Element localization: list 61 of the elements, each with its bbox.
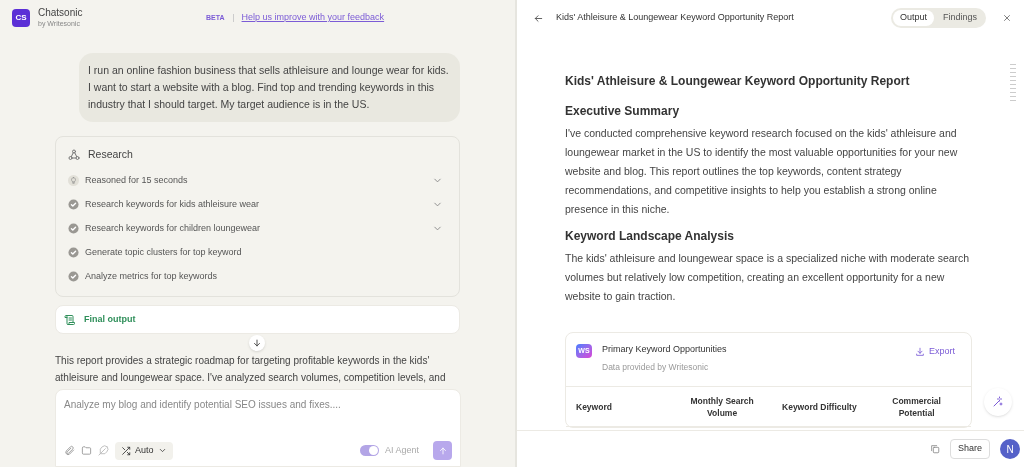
check-circle-icon — [68, 199, 79, 211]
research-step: Research keywords for children loungewear — [85, 222, 426, 236]
network-icon — [68, 148, 80, 161]
column-header: Monthly Search Volume — [689, 394, 755, 419]
copy-button[interactable] — [929, 444, 940, 454]
feather-icon — [98, 445, 109, 456]
back-button[interactable] — [533, 12, 544, 24]
view-tab[interactable]: Findings — [935, 10, 984, 26]
research-step: Reasoned for 15 seconds — [85, 174, 426, 188]
agent-label: AI Agent — [384, 443, 419, 457]
export-button[interactable]: Export — [915, 345, 955, 359]
arrow-down-icon — [252, 338, 262, 348]
check-circle-icon — [68, 271, 79, 283]
response-text: athleisure and loungewear space. I've analyzed search volumes, competition levels, and — [55, 371, 447, 385]
research-step: Analyze metrics for top keywords — [85, 270, 447, 284]
feedback-link[interactable]: Help us improve with your feedback — [241, 11, 385, 25]
research-step: Generate topic clusters for top keyword — [85, 246, 447, 260]
response-text: This report provides a strategic roadmap for targeting profitable keywords in the kids' — [55, 354, 431, 368]
copy-icon — [929, 444, 940, 454]
arrow-up-icon — [437, 445, 448, 456]
final-output-label: Final output — [84, 312, 136, 326]
paperclip-icon — [64, 445, 75, 456]
section-text: I've conducted comprehensive keyword research focused on the kids' athleisure and loungewear market in the US to identify the most valuable opportunities for your new website and blog. This report outlines the top keywords, content strategy recommendations, and competitive insights to help you establish a strong online presence in this niche. — [565, 126, 959, 217]
check-circle-icon — [68, 223, 79, 235]
table-title: Primary Keyword Opportunities — [602, 343, 728, 356]
column-header: Keyword — [576, 400, 613, 413]
view-tab[interactable]: Output — [892, 10, 934, 26]
scroll-icon — [64, 313, 76, 326]
message-input[interactable]: Analyze my blog and identify potential SEO issues and fixes.... — [64, 397, 452, 412]
app-name: Chatsonic — [38, 7, 83, 20]
section-text: The kids' athleisure and loungewear space is a specialized niche with moderate search volumes but relatively low competition, creating an excellent opportunity for a new website to gain traction. — [565, 251, 971, 304]
send-button[interactable] — [433, 441, 452, 460]
agent-toggle[interactable] — [359, 445, 379, 456]
report-title: Kids' Athleisure & Loungewear Keyword Opportunity Report — [556, 11, 795, 25]
final-output-card[interactable]: Final output — [55, 305, 460, 334]
magic-wand-button[interactable] — [984, 388, 1012, 416]
report-heading: Kids' Athleisure & Loungewear Keyword Opportunity Report — [565, 73, 911, 90]
app-logo: CS — [12, 9, 30, 27]
user-avatar[interactable]: N — [1000, 439, 1020, 459]
table-subtitle: Data provided by Writesonic — [602, 360, 710, 374]
share-button[interactable]: Share — [949, 439, 990, 459]
close-icon — [1002, 13, 1012, 23]
shuffle-icon — [121, 445, 131, 456]
mode-dropdown[interactable]: Auto — [115, 441, 173, 460]
bulb-icon — [68, 175, 79, 187]
close-button[interactable] — [1002, 13, 1012, 23]
research-step: Research keywords for kids athleisure wear — [85, 198, 426, 212]
section-heading: Executive Summary — [565, 103, 681, 120]
chevron-down-icon — [157, 446, 167, 455]
folder-icon — [81, 445, 92, 456]
column-header: Commercial Potential — [891, 394, 942, 419]
check-circle-icon — [68, 247, 79, 259]
research-title: Research — [88, 147, 133, 162]
back-arrow-icon — [533, 12, 544, 24]
user-message: I run an online fashion business that sells athleisure and lounge wear for kids. I want to start a website with a blog. Find top and trending keywords in this industry that I should target. My target audience is in the US. — [79, 53, 460, 122]
scroll-markers[interactable] — [1010, 64, 1016, 101]
magic-wand-icon — [992, 396, 1004, 408]
download-icon — [915, 346, 925, 357]
column-header: Keyword Difficulty — [781, 400, 858, 413]
section-heading: Keyword Landscape Analysis — [565, 228, 735, 245]
scroll-down-button[interactable] — [249, 335, 265, 351]
